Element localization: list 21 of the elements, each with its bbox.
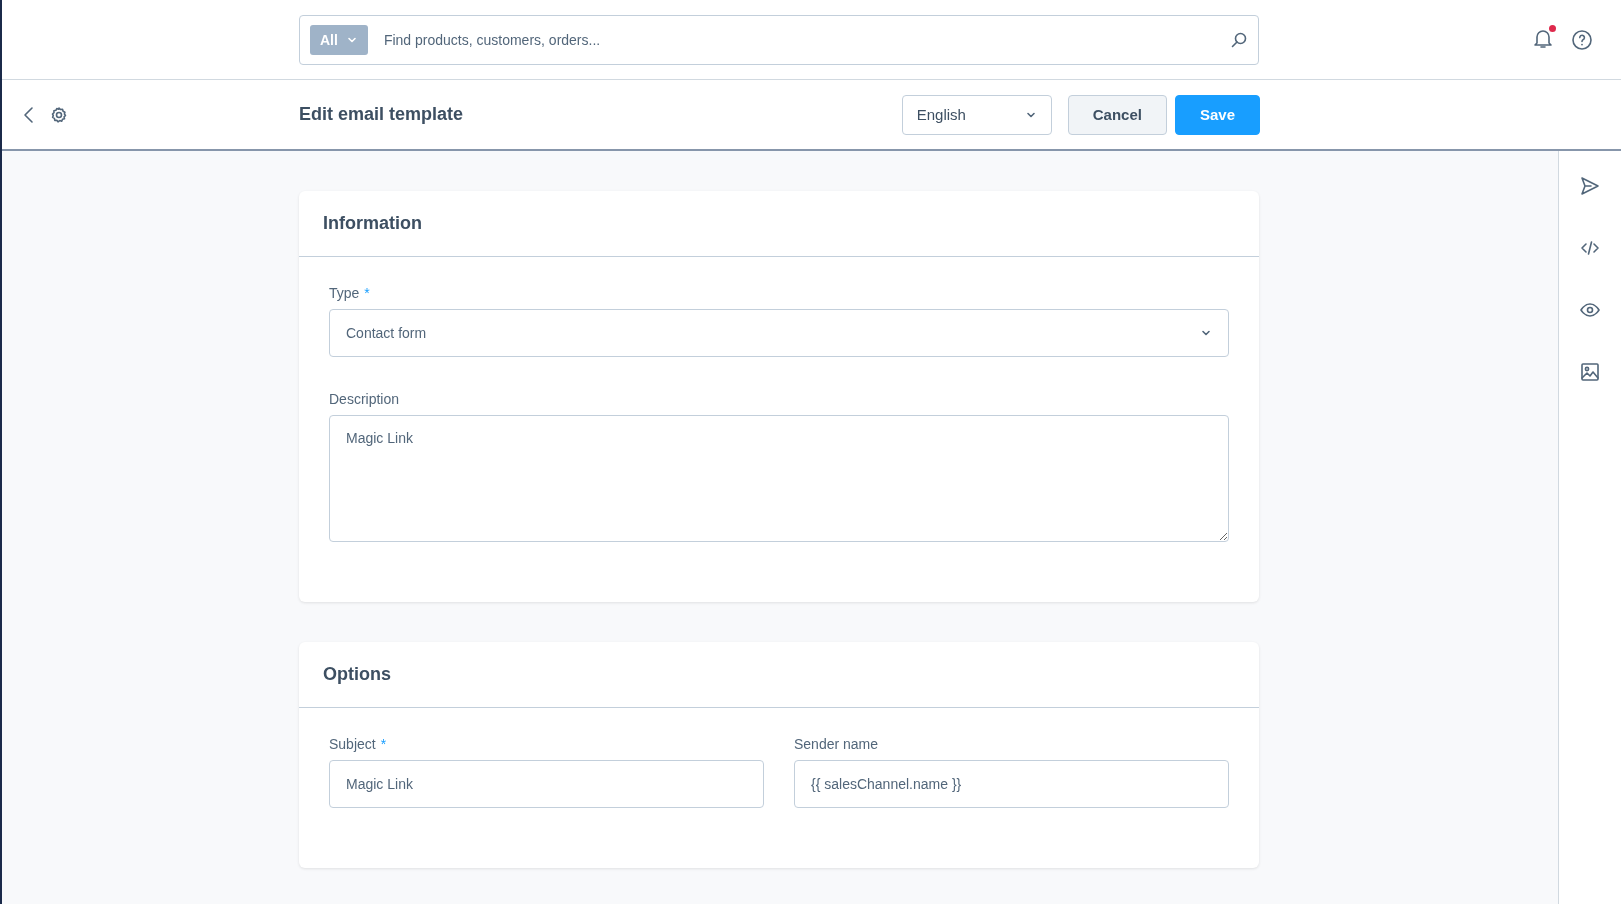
field-label: Subject <box>329 736 376 752</box>
image-icon[interactable] <box>1579 361 1601 383</box>
card-title: Options <box>299 642 1259 708</box>
help-icon[interactable] <box>1571 28 1593 51</box>
page-title: Edit email template <box>299 104 465 125</box>
required-asterisk: * <box>364 285 370 301</box>
input-field[interactable]: Magic Link <box>329 760 764 808</box>
back-icon[interactable] <box>22 105 36 124</box>
send-icon[interactable] <box>1579 175 1601 197</box>
field-label: Sender name <box>794 736 879 752</box>
required-asterisk: * <box>380 736 387 752</box>
field-label: Description <box>329 391 400 407</box>
textarea-field[interactable]: Magic Link <box>329 415 1229 542</box>
cancel-button[interactable]: Cancel <box>1067 94 1167 135</box>
settings-icon[interactable] <box>50 105 68 124</box>
input-field[interactable]: {{ salesChannel.name }} <box>794 760 1229 808</box>
card-title: Information <box>299 191 1259 257</box>
select-field[interactable]: Contact form <box>329 309 1229 357</box>
field-label: Type <box>329 285 360 301</box>
search-icon[interactable] <box>1230 30 1248 49</box>
language-select[interactable]: English <box>901 94 1052 135</box>
